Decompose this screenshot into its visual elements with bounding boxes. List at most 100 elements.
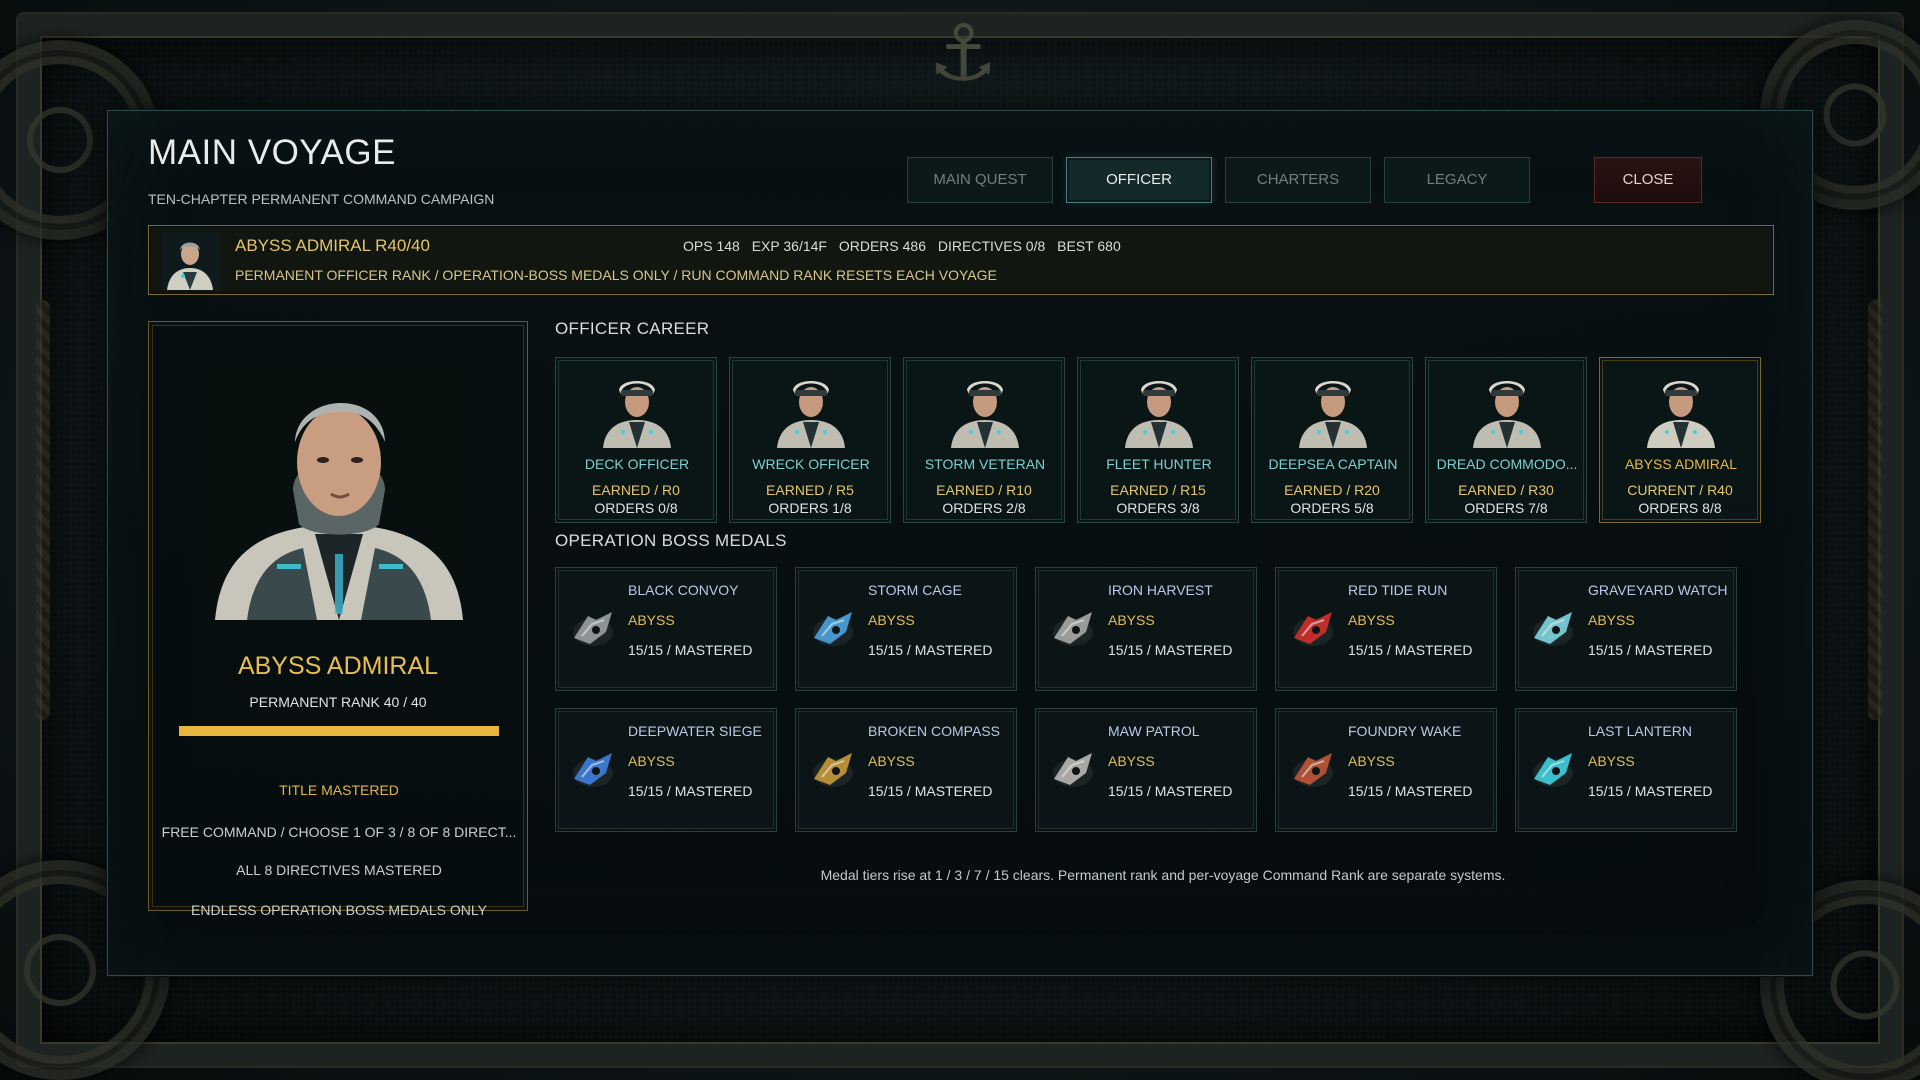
banner-officer-name: ABYSS ADMIRAL R40/40 [235, 236, 430, 255]
page-subtitle: TEN-CHAPTER PERMANENT COMMAND CAMPAIGN [148, 191, 495, 207]
medal-tier: ABYSS [1348, 753, 1395, 769]
medal-tier: ABYSS [628, 753, 675, 769]
profile-permanent-rank: PERMANENT RANK 40 / 40 [249, 694, 427, 710]
rank-progress-fill [179, 726, 499, 736]
medal-progress: 15/15 / MASTERED [1348, 783, 1473, 799]
best-stat: BEST 680 [1057, 238, 1121, 254]
red-tide-run-medal-icon [1293, 612, 1333, 646]
officer-career-row: DECK OFFICER EARNED / R0 ORDERS 0/8 WREC… [555, 357, 1775, 523]
main-voyage-panel: MAIN VOYAGE TEN-CHAPTER PERMANENT COMMAN… [107, 110, 1813, 976]
officer-orders: ORDERS 3/8 [1116, 500, 1200, 516]
deepwater-siege-medal-icon [573, 753, 613, 787]
officer-portrait-small-icon [161, 232, 219, 290]
officer-name: ABYSS ADMIRAL [1624, 456, 1738, 472]
boss-medal-card[interactable]: MAW PATROL ABYSS 15/15 / MASTERED [1035, 708, 1257, 832]
medal-name: DEEPWATER SIEGE [628, 723, 762, 739]
directives-line: ALL 8 DIRECTIVES MASTERED [236, 862, 442, 878]
medal-progress: 15/15 / MASTERED [868, 642, 993, 658]
medal-progress: 15/15 / MASTERED [1588, 642, 1713, 658]
medal-progress: 15/15 / MASTERED [1108, 783, 1233, 799]
officer-card[interactable]: DECK OFFICER EARNED / R0 ORDERS 0/8 [555, 357, 717, 523]
medal-tier: ABYSS [868, 753, 915, 769]
officer-name: STORM VETERAN [924, 456, 1046, 472]
black-convoy-medal-icon [573, 612, 613, 646]
tab-main-quest[interactable]: MAIN QUEST [907, 157, 1053, 203]
tab-officer[interactable]: OFFICER [1066, 157, 1212, 203]
officer-card[interactable]: WRECK OFFICER EARNED / R5 ORDERS 1/8 [729, 357, 891, 523]
officer-orders: ORDERS 8/8 [1638, 500, 1722, 516]
boss-medal-card[interactable]: BROKEN COMPASS ABYSS 15/15 / MASTERED [795, 708, 1017, 832]
officer-summary-banner: ABYSS ADMIRAL R40/40 OPS 148 EXP 36/14F … [148, 225, 1774, 295]
medal-progress: 15/15 / MASTERED [1348, 642, 1473, 658]
medal-progress: 15/15 / MASTERED [628, 783, 753, 799]
medal-name: GRAVEYARD WATCH [1588, 582, 1728, 598]
boss-medal-card[interactable]: LAST LANTERN ABYSS 15/15 / MASTERED [1515, 708, 1737, 832]
officer-orders: ORDERS 7/8 [1464, 500, 1548, 516]
officer-status: EARNED / R15 [1110, 482, 1206, 498]
medals-line: ENDLESS OPERATION BOSS MEDALS ONLY [191, 902, 487, 918]
officer-status: EARNED / R10 [936, 482, 1032, 498]
officer-card[interactable]: DEEPSEA CAPTAIN EARNED / R20 ORDERS 5/8 [1251, 357, 1413, 523]
orders-stat: ORDERS 486 [838, 238, 927, 254]
tab-legacy[interactable]: LEGACY [1384, 157, 1530, 203]
command-line: FREE COMMAND / CHOOSE 1 OF 3 / 8 OF 8 DI… [161, 824, 517, 840]
boss-medal-card[interactable]: DEEPWATER SIEGE ABYSS 15/15 / MASTERED [555, 708, 777, 832]
tab-charters[interactable]: CHARTERS [1225, 157, 1371, 203]
directives-stat: DIRECTIVES 0/8 [937, 238, 1046, 254]
officer-portrait-icon [1473, 381, 1541, 448]
officer-portrait-icon [951, 381, 1019, 448]
officer-card[interactable]: DREAD COMMODO... EARNED / R30 ORDERS 7/8 [1425, 357, 1587, 523]
officer-card[interactable]: FLEET HUNTER EARNED / R15 ORDERS 3/8 [1077, 357, 1239, 523]
medal-name: STORM CAGE [868, 582, 962, 598]
boss-medal-card[interactable]: BLACK CONVOY ABYSS 15/15 / MASTERED [555, 567, 777, 691]
medal-tier: ABYSS [1108, 612, 1155, 628]
storm-cage-medal-icon [813, 612, 853, 646]
boss-medal-card[interactable]: IRON HARVEST ABYSS 15/15 / MASTERED [1035, 567, 1257, 691]
officer-portrait-icon [777, 381, 845, 448]
rope-decoration [1868, 300, 1882, 720]
medal-progress: 15/15 / MASTERED [628, 642, 753, 658]
anchor-icon: ⚓ [928, 9, 998, 99]
officer-career-title: OFFICER CAREER [555, 319, 710, 338]
medal-name: MAW PATROL [1108, 723, 1200, 739]
officer-card[interactable]: ABYSS ADMIRAL CURRENT / R40 ORDERS 8/8 [1599, 357, 1761, 523]
boss-medal-card[interactable]: RED TIDE RUN ABYSS 15/15 / MASTERED [1275, 567, 1497, 691]
officer-portrait-icon [1125, 381, 1193, 448]
boss-medals-title: OPERATION BOSS MEDALS [555, 531, 787, 550]
medal-tier: ABYSS [1348, 612, 1395, 628]
page-title: MAIN VOYAGE [148, 133, 396, 172]
officer-profile-card: ABYSS ADMIRAL PERMANENT RANK 40 / 40 TIT… [148, 321, 528, 918]
broken-compass-medal-icon [813, 753, 853, 787]
banner-stats: OPS 148 EXP 36/14F ORDERS 486 DIRECTIVES… [683, 238, 1129, 254]
medal-tier: ABYSS [868, 612, 915, 628]
officer-portrait-large-icon [207, 358, 471, 620]
footnote: Medal tiers rise at 1 / 3 / 7 / 15 clear… [820, 867, 1506, 883]
rope-decoration [36, 300, 50, 720]
medal-name: IRON HARVEST [1108, 582, 1213, 598]
rank-progress-bar [179, 726, 499, 736]
medal-tier: ABYSS [1588, 753, 1635, 769]
medal-name: BLACK CONVOY [628, 582, 739, 598]
officer-name: DREAD COMMODO... [1436, 456, 1578, 472]
foundry-wake-medal-icon [1293, 753, 1333, 787]
officer-status: EARNED / R5 [766, 482, 854, 498]
medal-tier: ABYSS [1588, 612, 1635, 628]
medal-name: FOUNDRY WAKE [1348, 723, 1462, 739]
officer-orders: ORDERS 1/8 [768, 500, 852, 516]
officer-status: EARNED / R0 [592, 482, 680, 498]
officer-status: CURRENT / R40 [1627, 482, 1733, 498]
boss-medal-card[interactable]: STORM CAGE ABYSS 15/15 / MASTERED [795, 567, 1017, 691]
banner-note: PERMANENT OFFICER RANK / OPERATION-BOSS … [235, 267, 997, 283]
medal-tier: ABYSS [628, 612, 675, 628]
close-button[interactable]: CLOSE [1594, 157, 1702, 203]
exp-stat: EXP 36/14F [751, 238, 827, 254]
boss-medal-card[interactable]: FOUNDRY WAKE ABYSS 15/15 / MASTERED [1275, 708, 1497, 832]
profile-officer-name: ABYSS ADMIRAL [237, 652, 439, 680]
boss-medal-card[interactable]: GRAVEYARD WATCH ABYSS 15/15 / MASTERED [1515, 567, 1737, 691]
title-status: TITLE MASTERED [279, 782, 399, 798]
maw-patrol-medal-icon [1053, 753, 1093, 787]
officer-status: EARNED / R30 [1458, 482, 1554, 498]
officer-card[interactable]: STORM VETERAN EARNED / R10 ORDERS 2/8 [903, 357, 1065, 523]
officer-orders: ORDERS 2/8 [942, 500, 1026, 516]
medal-tier: ABYSS [1108, 753, 1155, 769]
